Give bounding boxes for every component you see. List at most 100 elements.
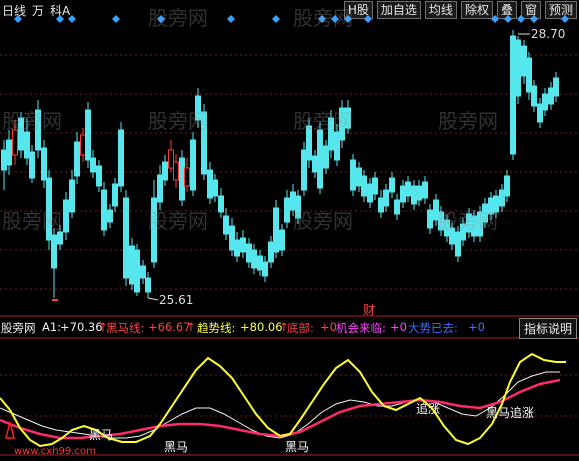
candlestick [400, 180, 406, 208]
candlestick [123, 190, 129, 286]
candlestick [145, 272, 151, 298]
candle-body [328, 117, 334, 151]
candle-body [455, 231, 461, 257]
candle-body [444, 219, 450, 237]
candlestick [323, 140, 329, 174]
candle-body [6, 139, 12, 166]
candle-body [63, 199, 69, 233]
high-price-label: 28.70 [531, 27, 566, 41]
heima-line [0, 378, 561, 440]
candle-body [482, 203, 488, 223]
candle-body [162, 161, 168, 181]
candle-body [466, 213, 472, 233]
candle-body [477, 211, 483, 237]
candlestick [18, 112, 24, 158]
candle-body [118, 129, 124, 187]
candle-body [240, 237, 246, 253]
candle-body [389, 177, 395, 193]
candle-body [553, 77, 559, 97]
candlestick [504, 170, 510, 202]
candlestick [542, 88, 548, 116]
candlestick [449, 222, 455, 250]
heima-label-2: 黑马 [164, 440, 189, 454]
candlestick [190, 132, 196, 196]
candle-body [427, 209, 433, 229]
candlestick [207, 162, 213, 204]
signal-diamond [331, 15, 339, 23]
trend-line [0, 352, 566, 448]
candlestick [350, 154, 356, 196]
candle-body [526, 57, 532, 93]
candle-body [157, 174, 163, 203]
trend-arrow: ↑ [186, 320, 196, 334]
candle-body [123, 197, 129, 279]
candle-body [190, 139, 196, 191]
candle-body [74, 141, 80, 177]
trend-label: 趋势线: [197, 321, 236, 335]
candlestick [526, 52, 532, 100]
candle-body [134, 249, 140, 293]
candlestick [438, 206, 444, 236]
candlestick [515, 36, 521, 104]
candlestick [12, 120, 18, 165]
candle-body [151, 197, 157, 263]
candlestick [218, 188, 224, 218]
candlestick [118, 122, 124, 192]
candlestick [41, 140, 47, 188]
candle-body [234, 239, 240, 257]
indicator-legend: 股旁网 A1: +70.36 ↑ 黑马线: +66.67 ↑ 趋势线: +80.… [0, 318, 579, 336]
candlestick [317, 122, 323, 194]
signal-diamond [272, 15, 280, 23]
candlestick [537, 98, 543, 128]
candle-body [372, 177, 378, 195]
signal-diamond [561, 15, 569, 23]
candle-body [339, 107, 345, 141]
candle-body [394, 199, 400, 215]
heima-label: 黑马线: [106, 321, 145, 335]
candlestick [394, 194, 400, 220]
candle-body [207, 169, 213, 199]
candlestick [306, 118, 312, 168]
candlestick [251, 244, 257, 274]
candlestick [433, 194, 439, 226]
candlestick [240, 230, 246, 258]
candle-body [101, 189, 107, 231]
candlestick [151, 180, 157, 268]
candle-body [29, 151, 35, 179]
candlestick [361, 170, 367, 202]
candlestick [162, 155, 168, 186]
candle-body [548, 87, 554, 105]
candlestick [455, 226, 461, 262]
candlestick [411, 180, 417, 210]
candlestick [460, 218, 466, 246]
candlestick [427, 204, 433, 234]
candlestick [284, 190, 290, 228]
low-pointer [147, 297, 159, 301]
candlestick [46, 170, 52, 250]
price-chart[interactable] [0, 0, 579, 461]
candlesticks [1, 30, 559, 301]
candle-body [184, 167, 190, 187]
candlestick [273, 200, 279, 258]
candlestick [201, 104, 207, 180]
indicator-help-button[interactable]: 指标说明 [518, 318, 577, 339]
candle-body [488, 197, 494, 215]
candle-body [317, 129, 323, 189]
candle-body [69, 179, 75, 213]
candle-body [41, 147, 47, 181]
candlestick [63, 192, 69, 240]
candlestick [1, 140, 7, 190]
signal-diamond [14, 15, 22, 23]
finance-event-marker[interactable]: 财 [363, 301, 375, 318]
candlestick [493, 190, 499, 218]
signal-diamond [364, 15, 372, 23]
candle-body [367, 183, 373, 203]
chance-value: +0 [390, 320, 407, 334]
candlestick [90, 150, 96, 178]
candle-body [471, 215, 477, 237]
signal-diamond [56, 15, 64, 23]
candlestick [345, 100, 351, 134]
candle-body [35, 109, 41, 151]
signal-diamond [112, 15, 120, 23]
candlestick [129, 238, 135, 290]
